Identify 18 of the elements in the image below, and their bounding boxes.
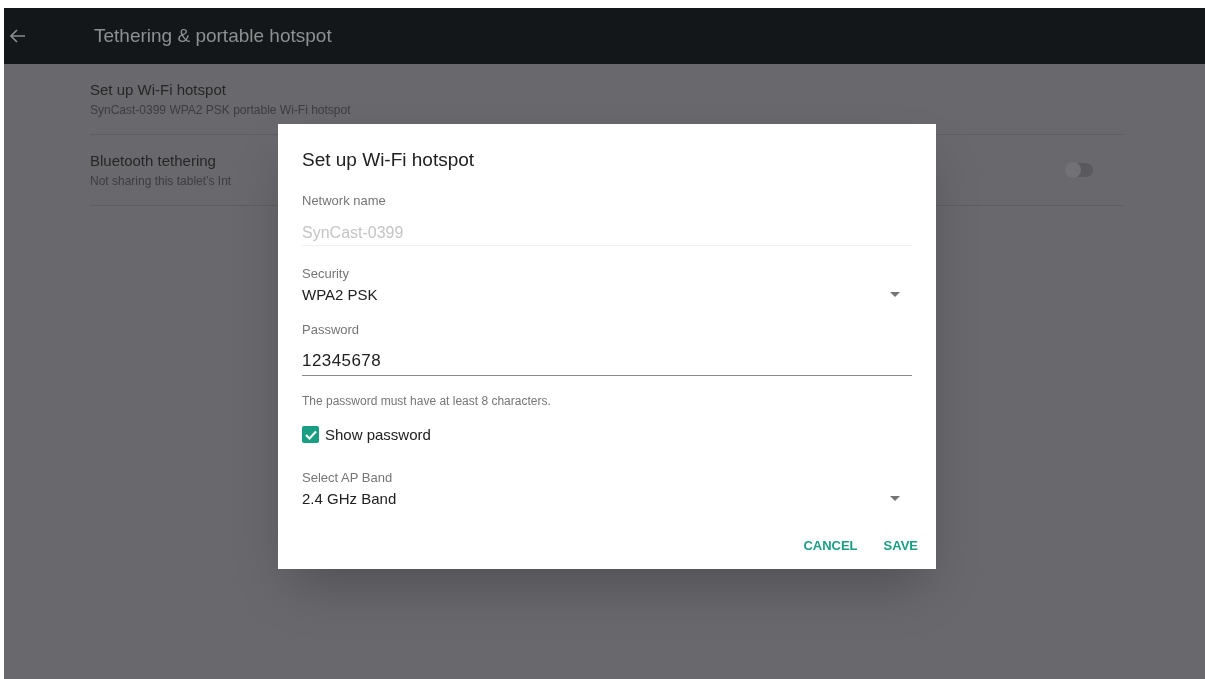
field-label: Network name <box>302 191 387 210</box>
field-label: Security <box>302 265 350 283</box>
setting-title: Bluetooth tethering <box>90 150 216 171</box>
field-label: Password <box>302 321 361 339</box>
setting-title: Set up Wi-Fi hotspot <box>90 79 226 100</box>
dialog-title: Set up Wi-Fi hotspot <box>302 148 476 172</box>
security-dropdown[interactable]: WPA2 PSK <box>302 283 912 306</box>
network-name-field[interactable]: SynCast-0399 <box>302 220 912 246</box>
checkbox-label: Show password <box>325 424 431 445</box>
checkbox[interactable] <box>302 426 319 444</box>
toggle-switch[interactable] <box>1067 163 1093 177</box>
field-label: Select AP Band <box>302 469 394 487</box>
dropdown-caret-icon <box>890 292 900 298</box>
app-bar-title: Tethering & portable hotspot <box>94 23 332 48</box>
dropdown-caret-icon <box>890 496 900 502</box>
password-field[interactable]: 12345678 <box>302 347 912 376</box>
ap-band-dropdown[interactable]: 2.4 GHz Band <box>302 487 912 510</box>
password-hint: The password must have at least 8 characters. <box>302 392 552 410</box>
